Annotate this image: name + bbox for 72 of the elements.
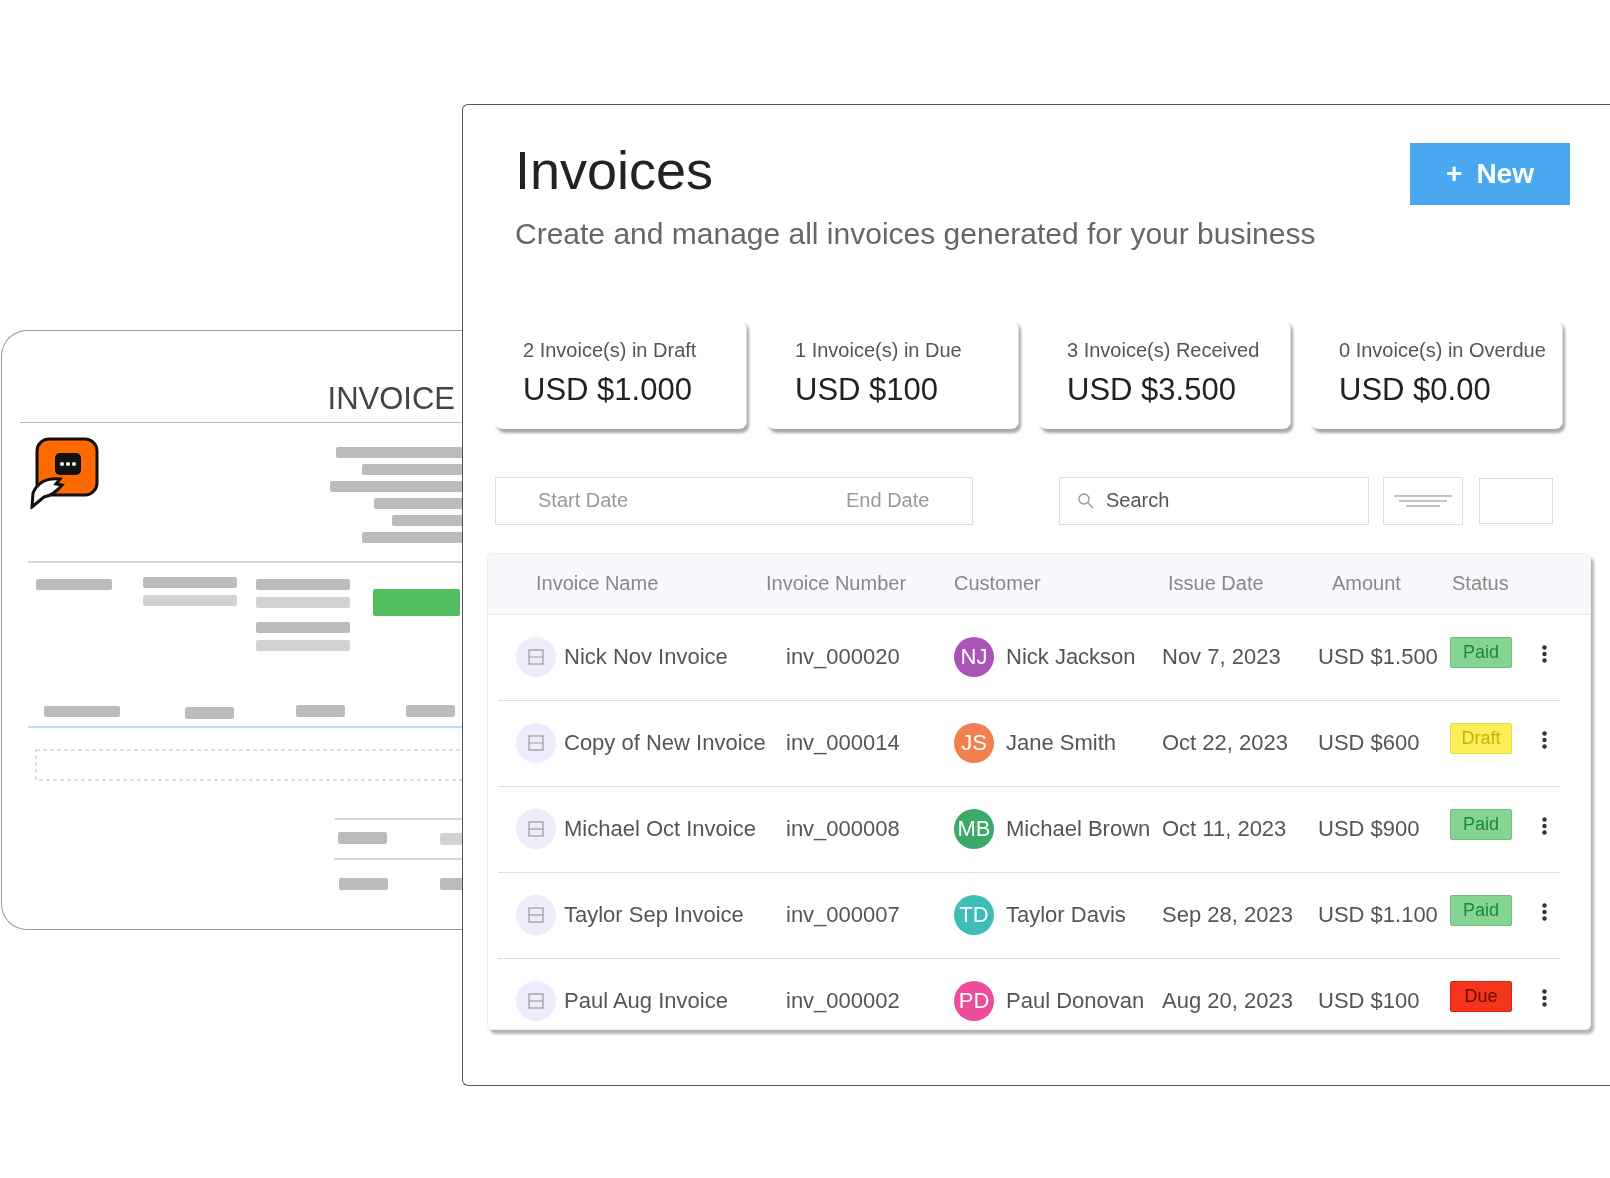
- more-icon: [1542, 903, 1547, 921]
- table-cell-text: Sep 28, 2023: [1162, 902, 1294, 928]
- status-badge: Paid: [1450, 808, 1512, 840]
- more-button[interactable]: [1542, 645, 1547, 663]
- column-header: Customer: [954, 572, 1042, 595]
- search-field[interactable]: Search: [1059, 476, 1369, 525]
- stat-value: USD $3.500: [1067, 371, 1237, 408]
- more-icon: [1542, 645, 1547, 663]
- more-icon: [1542, 817, 1547, 835]
- customer-name: Nick Jackson: [1006, 644, 1136, 670]
- search-icon: [1077, 491, 1095, 510]
- table-cell-text: USD $600: [1318, 730, 1421, 756]
- document-icon: [516, 809, 556, 849]
- status-badge: Draft: [1450, 722, 1512, 754]
- status-badge: Paid: [1450, 894, 1512, 926]
- avatar: JS: [954, 723, 994, 763]
- status-badge: Due: [1450, 980, 1512, 1012]
- logo-icon: [30, 437, 100, 509]
- more-icon: [1542, 989, 1547, 1007]
- table-cell-text: inv_000008: [785, 816, 901, 842]
- table-cell-text: USD $1.500: [1318, 644, 1439, 670]
- table-cell-text: inv_000014: [785, 730, 901, 756]
- customer-name: Taylor Davis: [1006, 902, 1126, 928]
- more-button[interactable]: [1542, 903, 1547, 921]
- table-cell-text: inv_000020: [785, 644, 901, 670]
- column-header: Invoice Name: [535, 572, 660, 595]
- invoice-name[interactable]: Michael Oct Invoice: [564, 816, 756, 842]
- table-cell-text: Aug 20, 2023: [1162, 988, 1294, 1014]
- table-cell-text: inv_000002: [785, 988, 901, 1014]
- column-header: Amount: [1332, 572, 1402, 595]
- stat-value: USD $1.000: [523, 371, 693, 408]
- stat-label: 2 Invoice(s) in Draft: [523, 338, 698, 362]
- column-header: Status: [1452, 572, 1510, 595]
- table-cell-text: inv_000007: [785, 902, 901, 928]
- table-cell-text: Oct 22, 2023: [1162, 730, 1289, 756]
- page-title: Invoices: [515, 139, 715, 202]
- avatar: NJ: [954, 637, 994, 677]
- invoice-name[interactable]: Taylor Sep Invoice: [564, 902, 744, 928]
- page-subtitle: Create and manage all invoices generated for your business: [515, 216, 1316, 251]
- filter-icon: [1394, 494, 1452, 507]
- column-header: Issue Date: [1167, 572, 1265, 595]
- stat-label: 1 Invoice(s) in Due: [795, 338, 963, 362]
- stat-value: USD $100: [795, 371, 940, 408]
- customer-name: Paul Donovan: [1006, 988, 1145, 1014]
- table-cell-text: USD $100: [1318, 988, 1421, 1014]
- stat-label: 3 Invoice(s) Received: [1067, 338, 1261, 362]
- avatar: MB: [954, 809, 994, 849]
- document-icon: [516, 981, 556, 1021]
- avatar: TD: [954, 895, 994, 935]
- table-cell-text: USD $900: [1318, 816, 1421, 842]
- document-icon: [516, 723, 556, 763]
- invoice-name[interactable]: Copy of New Invoice: [564, 730, 766, 756]
- end-date-field[interactable]: End Date: [844, 488, 978, 513]
- document-icon: [516, 637, 556, 677]
- column-header: Invoice Number: [766, 572, 908, 595]
- table-cell-text: Oct 11, 2023: [1162, 816, 1288, 842]
- status-badge: Paid: [1450, 636, 1512, 668]
- more-button[interactable]: [1542, 731, 1547, 749]
- document-icon: [516, 895, 556, 935]
- customer-name: Michael Brown: [1006, 816, 1151, 842]
- more-button[interactable]: [1542, 817, 1547, 835]
- stat-value: USD $0.00: [1339, 371, 1492, 408]
- invoice-name[interactable]: Paul Aug Invoice: [564, 988, 728, 1014]
- stat-label: 0 Invoice(s) in Overdue: [1339, 338, 1547, 362]
- more-button[interactable]: [1542, 989, 1547, 1007]
- table-cell-text: USD $1.100: [1318, 902, 1439, 928]
- invoice-name[interactable]: Nick Nov Invoice: [564, 644, 728, 670]
- avatar: PD: [954, 981, 994, 1021]
- start-date-field[interactable]: Start Date: [536, 488, 740, 513]
- table-cell-text: Nov 7, 2023: [1162, 644, 1282, 670]
- customer-name: Jane Smith: [1006, 730, 1117, 756]
- more-icon: [1542, 731, 1547, 749]
